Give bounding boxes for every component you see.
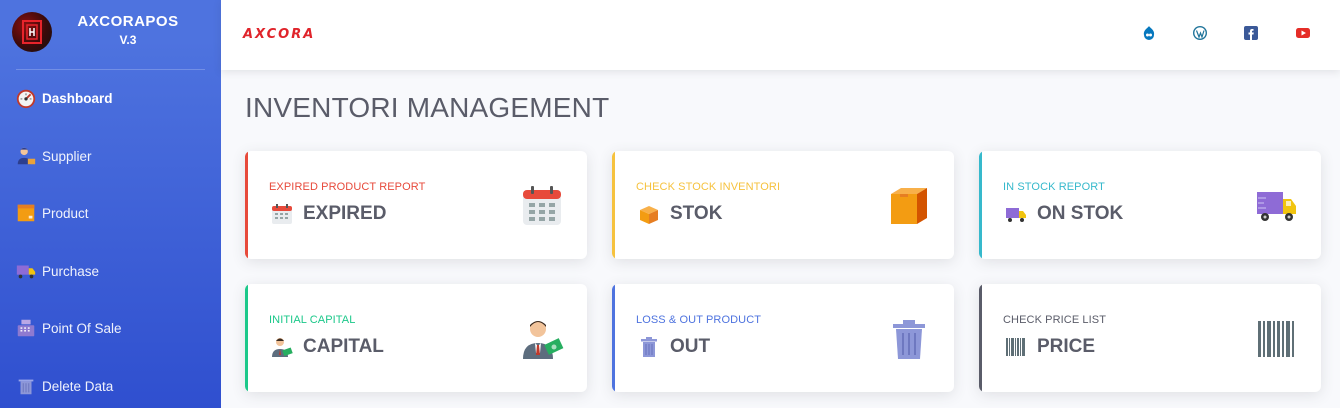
brand-logo (12, 12, 52, 52)
card-title-text: ON STOK (1037, 203, 1124, 224)
card-loss-out-product[interactable]: LOSS & OUT PRODUCT OUT (612, 284, 954, 392)
card-in-stock-report[interactable]: IN STOCK REPORT ON STOK (979, 151, 1321, 259)
card-subtitle: INITIAL CAPITAL (269, 314, 356, 326)
box-icon (886, 183, 932, 229)
card-expired-report[interactable]: EXPIRED PRODUCT REPORT EXPIRED (245, 151, 587, 259)
card-title: CAPITAL (269, 334, 384, 360)
card-subtitle: EXPIRED PRODUCT REPORT (269, 181, 426, 193)
trash-icon (636, 334, 662, 360)
cash-register-icon (14, 317, 38, 339)
card-title: ON STOK (1003, 201, 1123, 227)
card-subtitle: LOSS & OUT PRODUCT (636, 314, 762, 326)
card-accent-bar (979, 284, 982, 392)
card-title-text: OUT (670, 336, 711, 357)
card-accent-bar (612, 151, 615, 259)
card-title-text: EXPIRED (303, 203, 387, 224)
supplier-person-icon (14, 145, 38, 167)
box-icon (636, 201, 662, 227)
card-initial-capital[interactable]: INITIAL CAPITAL CAPITAL (245, 284, 587, 392)
card-title-text: CAPITAL (303, 336, 384, 357)
sidebar-item-label: Dashboard (42, 90, 113, 106)
delivery-truck-icon (14, 260, 38, 282)
card-title: STOK (636, 201, 722, 227)
calendar-icon (269, 201, 295, 227)
sidebar-item-label: Point Of Sale (42, 320, 122, 336)
sidebar-item-supplier[interactable]: Supplier (0, 136, 221, 176)
barcode-icon (1253, 316, 1299, 362)
wordpress-icon[interactable] (1191, 24, 1209, 42)
card-accent-bar (612, 284, 615, 392)
card-title-text: PRICE (1037, 336, 1096, 357)
sidebar-item-point-of-sale[interactable]: Point Of Sale (0, 308, 221, 348)
card-accent-bar (245, 284, 248, 392)
sidebar-item-product[interactable]: Product (0, 193, 221, 233)
delivery-truck-icon (1003, 201, 1029, 227)
card-accent-bar (245, 151, 248, 259)
topbar: AXCORA (221, 0, 1340, 70)
card-check-price-list[interactable]: CHECK PRICE LIST PRICE (979, 284, 1321, 392)
sidebar-item-purchase[interactable]: Purchase (0, 251, 221, 291)
brand-version: V.3 (119, 33, 137, 47)
card-subtitle: CHECK STOCK INVENTORI (636, 181, 781, 193)
card-accent-bar (979, 151, 982, 259)
card-title: PRICE (1003, 334, 1095, 360)
topbar-logo[interactable]: AXCORA (243, 27, 315, 42)
card-title-text: STOK (670, 203, 723, 224)
sidebar-brand[interactable]: AXCORAPOS V.3 (0, 0, 221, 70)
barcode-icon (1003, 334, 1029, 360)
page-title: INVENTORI MANAGEMENT (245, 92, 610, 123)
drupal-icon[interactable] (1140, 24, 1158, 42)
sidebar-item-label: Delete Data (42, 378, 114, 394)
calendar-icon (519, 183, 565, 229)
sidebar-item-delete-data[interactable]: Delete Data (0, 366, 221, 406)
youtube-icon[interactable] (1294, 24, 1312, 42)
businessman-money-icon (519, 316, 565, 362)
card-subtitle: CHECK PRICE LIST (1003, 314, 1107, 326)
trash-icon (886, 316, 932, 362)
sidebar-item-label: Product (42, 205, 89, 221)
sidebar-item-label: Supplier (42, 148, 92, 164)
card-title: OUT (636, 334, 710, 360)
sidebar: AXCORAPOS V.3 Dashboard Supplier Product… (0, 0, 221, 408)
delivery-truck-icon (1253, 183, 1299, 229)
card-title: EXPIRED (269, 201, 386, 227)
card-check-stock[interactable]: CHECK STOCK INVENTORI STOK (612, 151, 954, 259)
product-box-icon (14, 202, 38, 224)
facebook-icon[interactable] (1242, 24, 1260, 42)
sidebar-divider (16, 69, 205, 70)
businessman-money-icon (269, 334, 295, 360)
card-subtitle: IN STOCK REPORT (1003, 181, 1105, 193)
trash-icon (14, 375, 38, 397)
brand-name: AXCORAPOS (77, 13, 179, 30)
sidebar-item-dashboard[interactable]: Dashboard (0, 78, 221, 118)
speedometer-icon (14, 87, 38, 109)
sidebar-item-label: Purchase (42, 263, 100, 279)
